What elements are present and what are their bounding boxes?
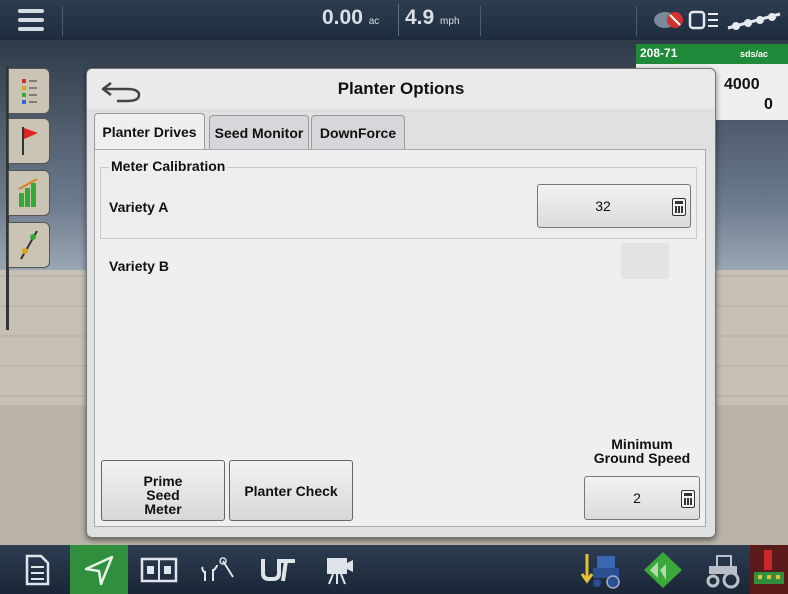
meter-calibration-title: Meter Calibration (109, 158, 228, 174)
menu-icon (18, 9, 44, 13)
tractor-import-button[interactable] (572, 545, 630, 594)
divider (62, 6, 63, 36)
split-view-icon (140, 557, 178, 582)
target-rate: 4000 (724, 76, 760, 93)
divider (398, 4, 399, 36)
speed-readout: 4.9 mph (405, 6, 460, 30)
variety-a-label: Variety A (109, 199, 169, 215)
divider (636, 6, 637, 36)
status-icons (648, 8, 788, 34)
variety-a-value: 32 (595, 198, 611, 214)
minimum-ground-speed-label: Minimum Ground Speed (577, 437, 707, 465)
device-status-icon[interactable] (688, 8, 720, 32)
field-operations-button[interactable] (190, 545, 248, 594)
field-map-icon (644, 551, 682, 588)
speed-value: 4.9 (405, 6, 435, 29)
planter-check-label: Planter Check (244, 482, 338, 499)
calculator-icon (681, 490, 695, 508)
legend-tab[interactable] (8, 68, 50, 114)
camera-icon (327, 557, 353, 584)
product-button[interactable] (750, 545, 788, 594)
variety-b-field[interactable] (621, 243, 669, 279)
variety-b-label: Variety B (109, 258, 169, 274)
area-value: 0.00 (322, 6, 363, 29)
area-readout: 0.00 ac (322, 6, 379, 34)
document-icon (25, 554, 50, 585)
setup-button[interactable] (8, 545, 66, 594)
rate-unit: sds/ac (740, 49, 769, 59)
guidance-tab[interactable] (8, 222, 50, 268)
divider (480, 6, 481, 36)
actual-rate: 0 (764, 96, 773, 113)
prime-seed-meter-button[interactable]: Prime Seed Meter (101, 460, 225, 521)
calculator-icon (672, 198, 686, 216)
menu-button[interactable] (8, 6, 54, 34)
planter-options-dialog: Planter Options Planter Drives Seed Moni… (86, 68, 716, 538)
universal-terminal-icon (261, 558, 295, 581)
planter-check-button[interactable]: Planter Check (229, 460, 353, 521)
variety-a-field[interactable]: 32 (537, 184, 691, 228)
flag-tab[interactable] (8, 118, 50, 164)
camera-button[interactable] (312, 545, 370, 594)
prime-label-line: Meter (144, 501, 182, 517)
chart-tab[interactable] (8, 170, 50, 216)
minimum-ground-speed-value: 2 (633, 490, 641, 506)
universal-terminal-button[interactable] (250, 545, 308, 594)
dialog-title: Planter Options (337, 79, 465, 98)
planter-icon (754, 549, 784, 584)
tab-seed-monitor[interactable]: Seed Monitor (209, 115, 309, 149)
plants-icon (201, 556, 234, 581)
variety-code: 208-71 (640, 46, 678, 60)
bar-chart-icon (18, 178, 38, 207)
tab-planter-drives[interactable]: Planter Drives (94, 113, 205, 149)
minimum-ground-speed-field[interactable]: 2 (584, 476, 700, 520)
equipment-button[interactable] (694, 545, 752, 594)
flag-icon (22, 127, 38, 155)
map-view-button[interactable] (70, 545, 128, 594)
guidance-icon (20, 230, 38, 260)
implement-status-icon[interactable] (724, 8, 784, 32)
gps-status-icon[interactable] (652, 8, 686, 32)
navigation-arrow-icon (84, 555, 114, 585)
field-map-button[interactable] (634, 545, 692, 594)
speed-unit: mph (440, 16, 460, 27)
legend-icon (22, 79, 37, 104)
split-view-button[interactable] (130, 545, 188, 594)
min-speed-label-line: Ground Speed (593, 450, 691, 466)
tab-downforce[interactable]: DownForce (311, 115, 405, 149)
area-unit: ac (368, 16, 380, 27)
tractor-icon (706, 554, 740, 588)
tractor-import-icon (580, 553, 620, 589)
